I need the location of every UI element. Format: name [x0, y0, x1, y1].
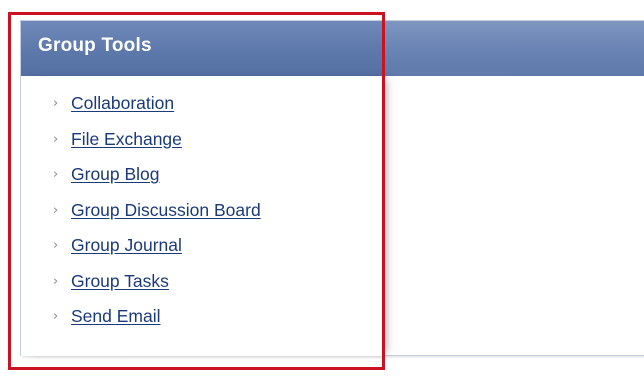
menu-item-send-email[interactable]: › Send Email [53, 299, 261, 335]
group-tools-menu: › Collaboration › File Exchange › Group … [21, 76, 385, 356]
link-group-journal[interactable]: Group Journal [71, 235, 182, 256]
menu-item-group-journal[interactable]: › Group Journal [53, 228, 261, 264]
link-group-blog[interactable]: Group Blog [71, 164, 160, 185]
link-send-email[interactable]: Send Email [71, 306, 161, 327]
panel-header: Group Tools [21, 21, 644, 76]
menu-item-file-exchange[interactable]: › File Exchange [53, 122, 261, 158]
link-group-discussion-board[interactable]: Group Discussion Board [71, 200, 261, 221]
menu-item-group-discussion-board[interactable]: › Group Discussion Board [53, 193, 261, 229]
chevron-right-icon: › [53, 309, 59, 325]
menu-item-group-blog[interactable]: › Group Blog [53, 157, 261, 193]
link-collaboration[interactable]: Collaboration [71, 93, 174, 114]
menu-item-collaboration[interactable]: › Collaboration [53, 86, 261, 122]
menu-list: › Collaboration › File Exchange › Group … [53, 86, 261, 335]
page: Group Tools › Collaboration › File Excha… [0, 0, 644, 379]
chevron-right-icon: › [53, 96, 59, 112]
chevron-right-icon: › [53, 273, 59, 289]
panel-header-title-area: Group Tools [21, 21, 385, 76]
link-file-exchange[interactable]: File Exchange [71, 129, 182, 150]
chevron-right-icon: › [53, 202, 59, 218]
menu-item-group-tasks[interactable]: › Group Tasks [53, 264, 261, 300]
chevron-right-icon: › [53, 167, 59, 183]
group-tools-panel: Group Tools › Collaboration › File Excha… [20, 20, 644, 356]
chevron-right-icon: › [53, 131, 59, 147]
panel-title: Group Tools [38, 35, 152, 56]
chevron-right-icon: › [53, 238, 59, 254]
link-group-tasks[interactable]: Group Tasks [71, 271, 169, 292]
